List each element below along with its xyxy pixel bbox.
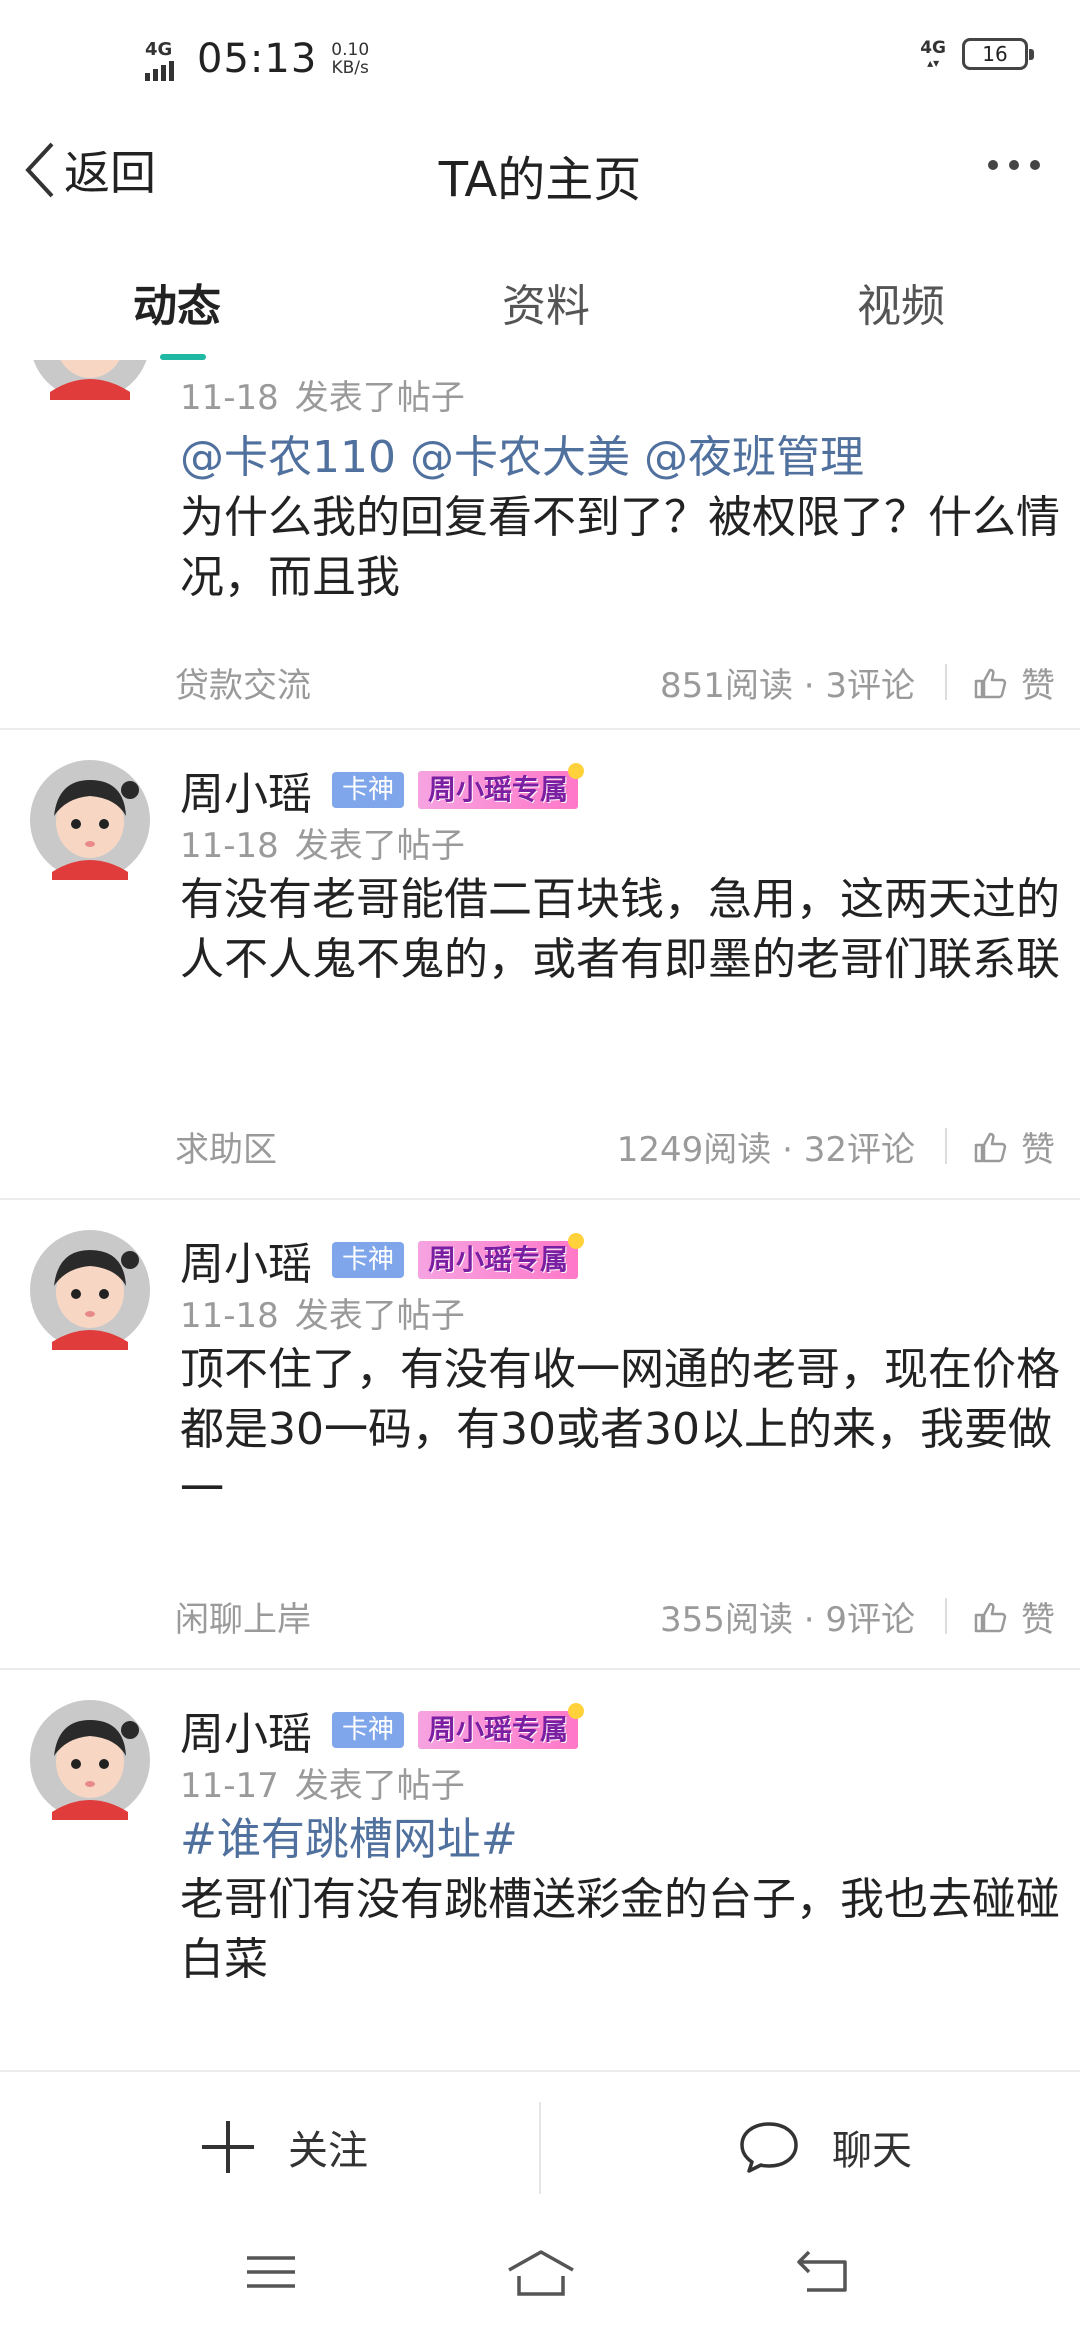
post-content[interactable]: 有没有老哥能借二百块钱，急用，这两天过的人不人鬼不鬼的，或者有即墨的老哥们联系联	[180, 870, 1060, 990]
menu-icon[interactable]	[245, 2248, 297, 2296]
avatar	[30, 760, 150, 880]
username[interactable]: 周小瑶	[180, 1698, 312, 1762]
post-date: 11-17	[180, 1766, 279, 1806]
thumbs-up-icon	[974, 1602, 1007, 1632]
post-item[interactable]: 11-18 发表了帖子 @卡农110 @卡农大美 @夜班管理 为什么我的回复看不到…	[0, 360, 1080, 730]
user-level-badge: 卡神	[332, 772, 405, 808]
post-text: 顶不住了，有没有收一网通的老哥，现在价格都是30一码，有30或者30以上的来，我…	[180, 1344, 1060, 1515]
return-icon[interactable]	[795, 2248, 851, 2296]
battery-icon: 16	[962, 38, 1034, 70]
system-navigation-bar	[0, 2220, 1080, 2340]
app-header: 返回 TA的主页	[0, 120, 1080, 220]
post-date: 11-18	[180, 826, 279, 866]
status-bar: 4G 05:13 0.10 KB/s 4G ▴▾ 16	[0, 0, 1080, 110]
post-action: 发表了帖子	[294, 1296, 465, 1336]
like-button[interactable]: 赞	[973, 1122, 1055, 1171]
post-stats: 1249阅读 · 32评论	[616, 1130, 915, 1170]
user-exclusive-tag: 周小瑶专属	[418, 1703, 585, 1749]
post-action: 发表了帖子	[294, 826, 465, 866]
post-date: 11-18	[180, 1296, 279, 1336]
status-time: 05:13	[197, 36, 318, 82]
like-button[interactable]: 赞	[973, 1592, 1055, 1641]
profile-tabs: 动态 资料 视频	[0, 260, 1080, 360]
user-exclusive-tag: 周小瑶专属	[418, 763, 585, 809]
like-button[interactable]: 赞	[973, 658, 1055, 707]
post-mentions[interactable]: @卡农110 @卡农大美 @夜班管理	[180, 428, 1060, 488]
post-action: 发表了帖子	[294, 1766, 465, 1806]
follow-button[interactable]: 关注	[200, 2072, 368, 2222]
follow-label: 关注	[288, 2128, 368, 2174]
battery-level: 16	[982, 42, 1008, 66]
tab-videos[interactable]: 视频	[857, 270, 945, 334]
avatar	[30, 1230, 150, 1350]
more-dots-icon[interactable]	[988, 160, 1040, 170]
post-item[interactable]: 周小瑶 卡神 周小瑶专属 11-18 发表了帖子 顶不住了，有没有收一网通的老哥，…	[0, 1200, 1080, 1670]
post-topic-tag[interactable]: #谁有跳槽网址#	[180, 1810, 1060, 1870]
post-action: 发表了帖子	[294, 378, 465, 418]
post-category[interactable]: 求助区	[175, 1122, 277, 1171]
tab-dynamics[interactable]: 动态	[133, 270, 221, 334]
post-item[interactable]: 周小瑶 卡神 周小瑶专属 11-17 发表了帖子 #谁有跳槽网址# 老哥们有没有跳…	[0, 1670, 1080, 2070]
avatar	[30, 1700, 150, 1820]
post-content[interactable]: 顶不住了，有没有收一网通的老哥，现在价格都是30一码，有30或者30以上的来，我…	[180, 1340, 1060, 1520]
avatar	[33, 360, 147, 400]
post-category[interactable]: 贷款交流	[175, 658, 311, 707]
mobile-data-icon: 4G ▴▾	[920, 38, 946, 70]
post-stats: 851阅读 · 3评论	[660, 666, 915, 706]
thumbs-up-icon	[974, 668, 1007, 698]
post-category[interactable]: 闲聊上岸	[175, 1592, 311, 1641]
post-text: 为什么我的回复看不到了？被权限了？什么情况，而且我	[180, 492, 1060, 603]
post-item[interactable]: 周小瑶 卡神 周小瑶专属 11-18 发表了帖子 有没有老哥能借二百块钱，急用，这…	[0, 730, 1080, 1200]
user-level-badge: 卡神	[332, 1712, 405, 1748]
plus-icon	[202, 2121, 254, 2173]
tab-profile-info[interactable]: 资料	[502, 270, 590, 334]
chat-label: 聊天	[832, 2128, 912, 2174]
post-text: 老哥们有没有跳槽送彩金的台子，我也去碰碰白菜	[180, 1874, 1060, 1985]
user-level-badge: 卡神	[332, 1242, 405, 1278]
post-text: 有没有老哥能借二百块钱，急用，这两天过的人不人鬼不鬼的，或者有即墨的老哥们联系联	[180, 874, 1060, 985]
username[interactable]: 周小瑶	[180, 1228, 312, 1292]
post-stats: 355阅读 · 9评论	[660, 1600, 915, 1640]
thumbs-up-icon	[974, 1132, 1007, 1162]
cellular-signal-icon: 4G	[145, 39, 191, 81]
post-content[interactable]: #谁有跳槽网址# 老哥们有没有跳槽送彩金的台子，我也去碰碰白菜	[180, 1810, 1060, 1990]
post-date: 11-18	[180, 378, 279, 418]
chat-button[interactable]: 聊天	[738, 2072, 912, 2222]
home-icon[interactable]	[505, 2248, 577, 2300]
page-title: TA的主页	[438, 152, 642, 208]
profile-action-bar: 关注 聊天	[0, 2070, 1080, 2220]
speech-bubble-icon	[740, 2122, 798, 2173]
network-speed: 0.10 KB/s	[331, 40, 370, 78]
user-exclusive-tag: 周小瑶专属	[418, 1233, 585, 1279]
post-content[interactable]: @卡农110 @卡农大美 @夜班管理 为什么我的回复看不到了？被权限了？什么情况…	[180, 428, 1060, 608]
username[interactable]: 周小瑶	[180, 758, 312, 822]
post-feed[interactable]: 11-18 发表了帖子 @卡农110 @卡农大美 @夜班管理 为什么我的回复看不到…	[0, 360, 1080, 2070]
